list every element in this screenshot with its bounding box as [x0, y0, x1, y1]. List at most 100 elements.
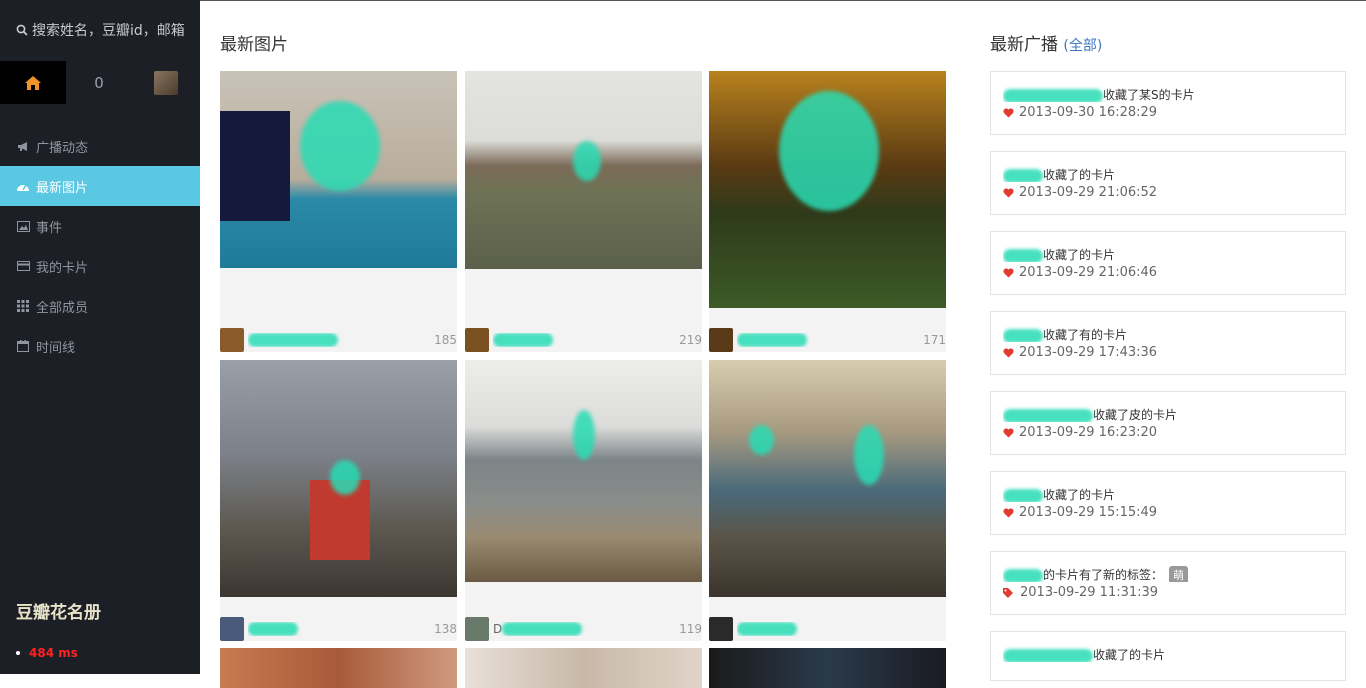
feed-item[interactable]: 收藏了的卡片 2013-09-29 15:15:49: [990, 471, 1346, 535]
photo-image[interactable]: [465, 360, 702, 582]
sidebar-item-my-cards[interactable]: 我的卡片: [0, 246, 200, 286]
feed-time: 2013-09-29 17:43:36: [1019, 345, 1158, 360]
grid-icon: [16, 299, 30, 313]
feed-item[interactable]: 收藏了某S的卡片 2013-09-30 16:28:29: [990, 71, 1346, 135]
photo-image[interactable]: [220, 71, 457, 268]
photo-card[interactable]: D 119: [465, 360, 702, 641]
flag-shape: [220, 111, 290, 221]
sidebar: 搜索姓名，豆瓣id，邮箱 0 广播动态 最新图片 事件 我的卡片 全部成员 时间…: [0, 0, 200, 674]
search-input[interactable]: 搜索姓名，豆瓣id，邮箱: [0, 0, 200, 60]
photo-image[interactable]: [465, 648, 702, 688]
photo-count: 138: [434, 622, 457, 636]
avatar[interactable]: [465, 328, 489, 352]
name-blur: [502, 622, 583, 637]
photo-image[interactable]: [220, 648, 457, 688]
feed-time: 2013-09-29 15:15:49: [1019, 505, 1158, 520]
photo-card-footer: 138: [220, 617, 457, 641]
photo-count: 219: [679, 333, 702, 347]
feed-time: 2013-09-29 11:31:39: [1020, 585, 1159, 600]
photo-card[interactable]: [220, 648, 457, 688]
name-blur: [248, 622, 298, 637]
photo-card[interactable]: 219: [465, 71, 702, 352]
avatar[interactable]: [709, 617, 733, 641]
feed-time: 2013-09-29 16:23:20: [1019, 425, 1158, 440]
feed-text[interactable]: 收藏了的卡片: [1003, 646, 1345, 662]
name-blur: [1003, 648, 1093, 662]
photo-card[interactable]: 185: [220, 71, 457, 352]
search-placeholder: 搜索姓名，豆瓣id，邮箱: [32, 23, 185, 39]
sidebar-item-latest-photos[interactable]: 最新图片: [0, 166, 200, 206]
feed-meta: 2013-09-30 16:28:29: [1003, 105, 1345, 120]
user-avatar-button[interactable]: [132, 61, 200, 104]
feed-text[interactable]: 收藏了的卡片: [1003, 166, 1345, 182]
home-icon: [25, 75, 41, 90]
feed-item[interactable]: 收藏了有的卡片 2013-09-29 17:43:36: [990, 311, 1346, 375]
feed-all-link[interactable]: (全部): [1063, 38, 1102, 54]
feed-time: 2013-09-30 16:28:29: [1019, 105, 1158, 120]
photo-card[interactable]: [465, 648, 702, 688]
feed-meta: 2013-09-29 16:23:20: [1003, 425, 1345, 440]
render-timing: 484 ms: [16, 646, 78, 660]
photo-card[interactable]: [709, 648, 946, 688]
photo-image[interactable]: [709, 71, 946, 308]
sidebar-item-broadcast[interactable]: 广播动态: [0, 126, 200, 166]
name-blur: [1003, 488, 1043, 502]
photo-card-footer: [709, 617, 946, 641]
avatar[interactable]: [220, 328, 244, 352]
photo-count: 119: [679, 622, 702, 636]
feed-item[interactable]: 的卡片有了新的标签：萌 2013-09-29 11:31:39: [990, 551, 1346, 615]
feed-item[interactable]: 收藏了的卡片 2013-09-29 21:06:52: [990, 151, 1346, 215]
tag-badge[interactable]: 萌: [1169, 566, 1189, 582]
avatar[interactable]: [709, 328, 733, 352]
notification-count[interactable]: 0: [66, 61, 132, 104]
heart-icon: [1003, 267, 1014, 278]
sidebar-item-events[interactable]: 事件: [0, 206, 200, 246]
name-blur: [1003, 408, 1093, 422]
home-button[interactable]: [0, 61, 66, 104]
heart-icon: [1003, 427, 1014, 438]
sidebar-item-all-members[interactable]: 全部成员: [0, 286, 200, 326]
feed-meta: 2013-09-29 21:06:52: [1003, 185, 1345, 200]
heart-icon: [1003, 507, 1014, 518]
feed-section-title: 最新广播 (全部): [990, 30, 1102, 55]
photo-count: 185: [434, 333, 457, 347]
photo-image[interactable]: [220, 360, 457, 597]
photo-owner-name[interactable]: [737, 622, 946, 637]
photo-card[interactable]: 171: [709, 71, 946, 352]
face-blur: [854, 425, 884, 485]
name-blur: [1003, 88, 1103, 102]
feed-text[interactable]: 收藏了的卡片: [1003, 246, 1345, 262]
avatar[interactable]: [465, 617, 489, 641]
name-blur: [248, 333, 338, 348]
photo-image[interactable]: [709, 360, 946, 597]
feed-text[interactable]: 的卡片有了新的标签：萌: [1003, 566, 1345, 582]
sidebar-item-label: 事件: [36, 220, 63, 236]
sidebar-nav: 广播动态 最新图片 事件 我的卡片 全部成员 时间线: [0, 126, 200, 366]
photo-card-footer: 219: [465, 328, 702, 352]
photo-card-footer: 185: [220, 328, 457, 352]
photo-owner-name[interactable]: [248, 333, 434, 348]
sidebar-item-label: 时间线: [36, 340, 76, 356]
photo-image[interactable]: [465, 71, 702, 269]
feed-item[interactable]: 收藏了的卡片 2013-09-29 21:06:46: [990, 231, 1346, 295]
photo-owner-name[interactable]: D: [493, 622, 679, 637]
avatar[interactable]: [220, 617, 244, 641]
photo-card[interactable]: [709, 360, 946, 641]
photo-owner-name[interactable]: [248, 622, 434, 637]
photo-card-footer: 171: [709, 328, 946, 352]
feed-text[interactable]: 收藏了皮的卡片: [1003, 406, 1345, 422]
photo-image[interactable]: [709, 648, 946, 688]
photo-owner-name[interactable]: [737, 333, 923, 348]
avatar: [154, 70, 178, 95]
feed-meta: 2013-09-29 17:43:36: [1003, 345, 1345, 360]
feed-title: 最新广播: [990, 35, 1058, 55]
face-blur: [573, 141, 601, 181]
feed-text[interactable]: 收藏了的卡片: [1003, 486, 1345, 502]
feed-time: 2013-09-29 21:06:46: [1019, 265, 1158, 280]
sidebar-item-timeline[interactable]: 时间线: [0, 326, 200, 366]
feed-text[interactable]: 收藏了有的卡片: [1003, 326, 1345, 342]
feed-text[interactable]: 收藏了某S的卡片: [1003, 86, 1345, 102]
photo-owner-name[interactable]: [493, 333, 679, 348]
photo-card[interactable]: 138: [220, 360, 457, 641]
feed-item[interactable]: 收藏了皮的卡片 2013-09-29 16:23:20: [990, 391, 1346, 455]
